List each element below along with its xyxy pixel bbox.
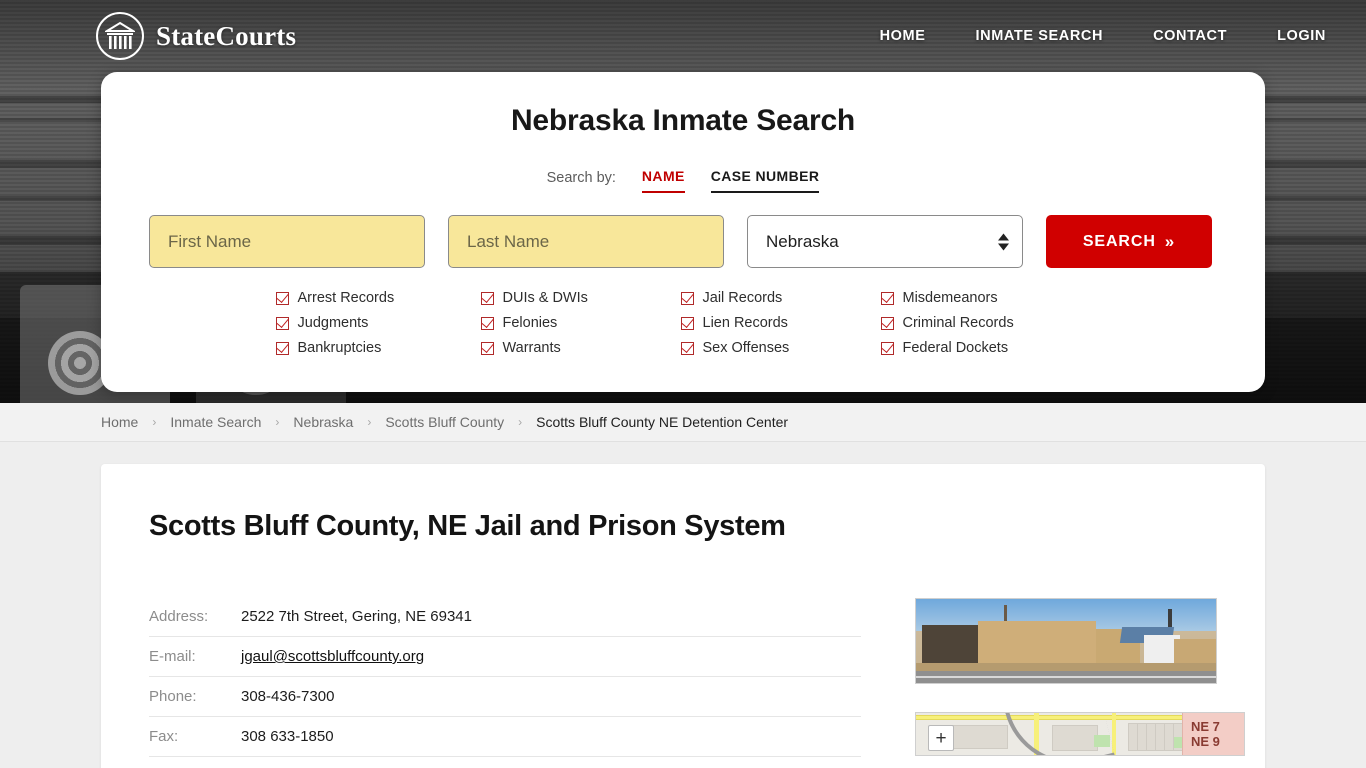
record-type-label: Lien Records xyxy=(702,315,788,331)
nav-item-login[interactable]: LOGIN xyxy=(1277,28,1326,44)
state-select[interactable]: Nebraska xyxy=(747,215,1023,268)
record-type-label: Arrest Records xyxy=(297,290,395,306)
checkmark-icon xyxy=(880,341,894,355)
main-nav: HOME INMATE SEARCH CONTACT LOGIN xyxy=(880,28,1326,44)
map-zoom-in-button[interactable]: + xyxy=(928,725,954,751)
table-row: Fax: 308 633-1850 xyxy=(149,716,861,757)
record-type-list: Arrest Records DUIs & DWIs Jail Records … xyxy=(149,290,1217,356)
brand-logo-link[interactable]: StateCourts xyxy=(96,12,296,60)
detail-label: E-mail: xyxy=(149,636,241,677)
detail-value-fax: 308 633-1850 xyxy=(241,716,861,757)
email-link[interactable]: jgaul@scottsbluffcounty.org xyxy=(241,648,424,665)
record-type-item[interactable]: Criminal Records xyxy=(880,315,1091,331)
nav-item-contact[interactable]: CONTACT xyxy=(1153,28,1227,44)
location-map[interactable]: NE 7 NE 9 + xyxy=(915,712,1245,756)
nav-item-home[interactable]: HOME xyxy=(880,28,926,44)
chevron-right-icon: › xyxy=(152,415,157,429)
record-type-item[interactable]: Jail Records xyxy=(680,290,881,306)
map-highway-labels: NE 7 NE 9 xyxy=(1182,713,1244,755)
record-type-label: Jail Records xyxy=(702,290,783,306)
record-type-item[interactable]: DUIs & DWIs xyxy=(480,290,681,306)
first-name-input[interactable] xyxy=(149,215,425,268)
record-type-label: Warrants xyxy=(502,340,561,356)
facility-media-column: NE 7 NE 9 + xyxy=(915,598,1245,756)
detail-value-phone: 308-436-7300 xyxy=(241,676,861,717)
page-title: Scotts Bluff County, NE Jail and Prison … xyxy=(149,510,786,542)
state-select-wrapper: Nebraska xyxy=(747,215,1023,268)
detail-value-address: 2522 7th Street, Gering, NE 69341 xyxy=(241,597,861,637)
double-chevron-right-icon: » xyxy=(1164,231,1176,251)
search-by-label: Search by: xyxy=(546,170,616,186)
inmate-search-card: Nebraska Inmate Search Search by: NAME C… xyxy=(101,72,1265,392)
record-type-item[interactable]: Misdemeanors xyxy=(880,290,1091,306)
record-type-item[interactable]: Felonies xyxy=(480,315,681,331)
chevron-right-icon: › xyxy=(367,415,372,429)
search-button[interactable]: SEARCH » xyxy=(1046,215,1212,268)
table-row: Website: http://www.scottsbluffcounty.or… xyxy=(149,756,861,768)
tab-search-by-name[interactable]: NAME xyxy=(641,168,685,193)
checkmark-icon xyxy=(880,291,894,305)
breadcrumb-item-scotts-bluff-county[interactable]: Scotts Bluff County xyxy=(385,414,504,430)
record-type-item[interactable]: Bankruptcies xyxy=(275,340,481,356)
detail-label: Fax: xyxy=(149,716,241,757)
breadcrumb-item-nebraska[interactable]: Nebraska xyxy=(293,414,353,430)
breadcrumb: Home › Inmate Search › Nebraska › Scotts… xyxy=(0,403,1366,442)
breadcrumb-item-current: Scotts Bluff County NE Detention Center xyxy=(536,414,789,430)
detail-value-website: http://www.scottsbluffcounty.org/detenti… xyxy=(241,756,861,768)
chevron-right-icon: › xyxy=(518,415,523,429)
facility-photo xyxy=(915,598,1217,684)
table-row: Address: 2522 7th Street, Gering, NE 693… xyxy=(149,597,861,637)
checkmark-icon xyxy=(480,341,494,355)
record-type-item[interactable]: Federal Dockets xyxy=(880,340,1091,356)
record-type-label: Bankruptcies xyxy=(297,340,382,356)
checkmark-icon xyxy=(680,341,694,355)
record-type-item[interactable]: Lien Records xyxy=(680,315,881,331)
record-type-label: Felonies xyxy=(502,315,558,331)
record-type-label: Sex Offenses xyxy=(702,340,790,356)
hero-banner: COURTHOUSE StateCourts HOME INMATE SEARC… xyxy=(0,0,1366,403)
facility-detail-card: Scotts Bluff County, NE Jail and Prison … xyxy=(101,464,1265,768)
checkmark-icon xyxy=(275,341,289,355)
brand-name: StateCourts xyxy=(156,20,297,51)
facility-details-table: Address: 2522 7th Street, Gering, NE 693… xyxy=(149,597,861,768)
detail-label: Address: xyxy=(149,597,241,637)
detail-value-email: jgaul@scottsbluffcounty.org xyxy=(241,636,861,677)
breadcrumb-item-home[interactable]: Home xyxy=(101,414,138,430)
checkmark-icon xyxy=(880,316,894,330)
table-row: Phone: 308-436-7300 xyxy=(149,676,861,717)
detail-label: Website: xyxy=(149,756,241,768)
search-form: Nebraska SEARCH » xyxy=(149,215,1217,268)
map-highway-label: NE 9 xyxy=(1191,733,1220,749)
top-navigation-bar: StateCourts HOME INMATE SEARCH CONTACT L… xyxy=(0,0,1366,72)
map-highway-label: NE 7 xyxy=(1191,718,1220,734)
chevron-right-icon: › xyxy=(275,415,280,429)
record-type-label: Judgments xyxy=(297,315,369,331)
checkmark-icon xyxy=(275,316,289,330)
content-area: Scotts Bluff County, NE Jail and Prison … xyxy=(0,442,1366,768)
record-type-item[interactable]: Judgments xyxy=(275,315,481,331)
courthouse-circle-icon xyxy=(96,12,144,60)
nav-item-inmate-search[interactable]: INMATE SEARCH xyxy=(976,28,1104,44)
table-row: E-mail: jgaul@scottsbluffcounty.org xyxy=(149,636,861,677)
checkmark-icon xyxy=(680,316,694,330)
record-type-label: Misdemeanors xyxy=(902,290,998,306)
detail-label: Phone: xyxy=(149,676,241,717)
checkmark-icon xyxy=(480,291,494,305)
search-card-title: Nebraska Inmate Search xyxy=(510,104,856,137)
tab-search-by-case-number[interactable]: CASE NUMBER xyxy=(710,168,820,193)
record-type-label: Criminal Records xyxy=(902,315,1014,331)
search-button-label: SEARCH xyxy=(1082,232,1156,250)
record-type-item[interactable]: Sex Offenses xyxy=(680,340,881,356)
breadcrumb-item-inmate-search[interactable]: Inmate Search xyxy=(170,414,261,430)
last-name-input[interactable] xyxy=(448,215,724,268)
record-type-label: Federal Dockets xyxy=(902,340,1009,356)
record-type-label: DUIs & DWIs xyxy=(502,290,588,306)
checkmark-icon xyxy=(680,291,694,305)
record-type-item[interactable]: Warrants xyxy=(480,340,681,356)
record-type-item[interactable]: Arrest Records xyxy=(275,290,481,306)
checkmark-icon xyxy=(480,316,494,330)
checkmark-icon xyxy=(275,291,289,305)
search-by-row: Search by: NAME CASE NUMBER xyxy=(149,163,1217,193)
